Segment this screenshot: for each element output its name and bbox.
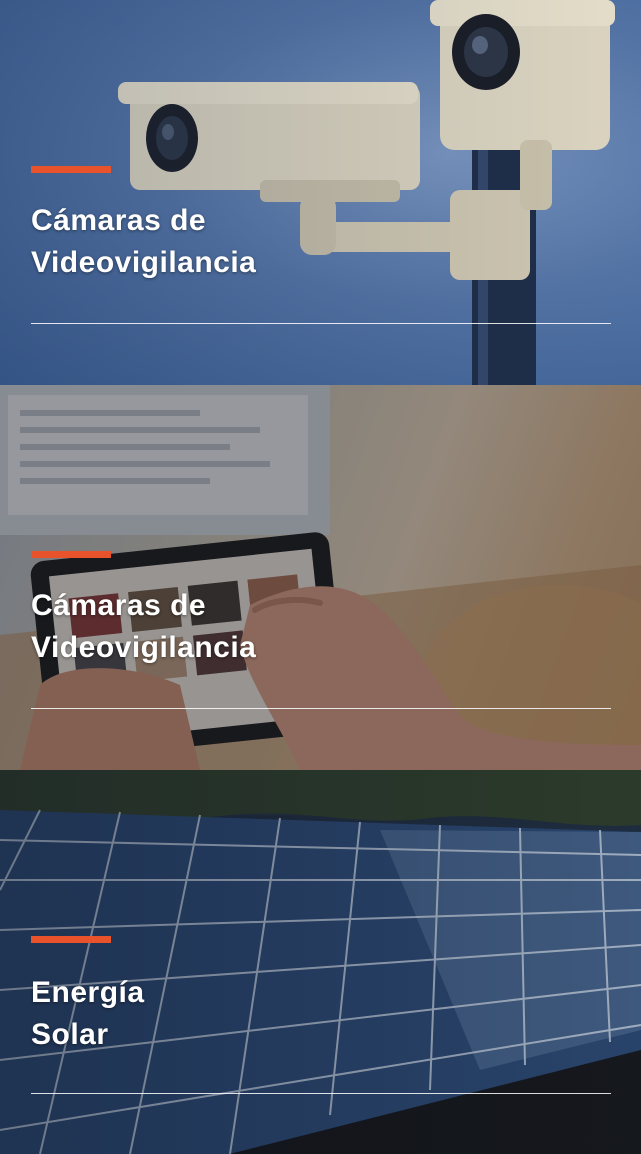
card-title-line: Videovigilancia bbox=[31, 246, 257, 279]
accent-bar bbox=[31, 936, 111, 943]
service-card-solar[interactable]: Energía Solar bbox=[0, 770, 641, 1154]
card-title: Cámaras de Videovigilancia bbox=[31, 585, 256, 669]
service-card-tablet[interactable]: Cámaras de Videovigilancia bbox=[0, 385, 641, 770]
service-card-stack: Cámaras de Videovigilancia Cámaras de Vi… bbox=[0, 0, 641, 1154]
accent-bar bbox=[31, 166, 111, 173]
card-title-line: Solar bbox=[31, 1018, 109, 1051]
service-card-cctv[interactable]: Cámaras de Videovigilancia bbox=[0, 0, 641, 385]
card-title-line: Videovigilancia bbox=[31, 631, 257, 664]
card-title: Cámaras de Videovigilancia bbox=[31, 200, 256, 284]
divider-rule bbox=[31, 323, 611, 324]
divider-rule bbox=[31, 1093, 611, 1094]
card-title-line: Energía bbox=[31, 976, 145, 1009]
card-title-line: Cámaras de bbox=[31, 204, 207, 237]
divider-rule bbox=[31, 708, 611, 709]
card-title-line: Cámaras de bbox=[31, 589, 207, 622]
accent-bar bbox=[31, 551, 111, 558]
card-title: Energía Solar bbox=[31, 972, 145, 1056]
